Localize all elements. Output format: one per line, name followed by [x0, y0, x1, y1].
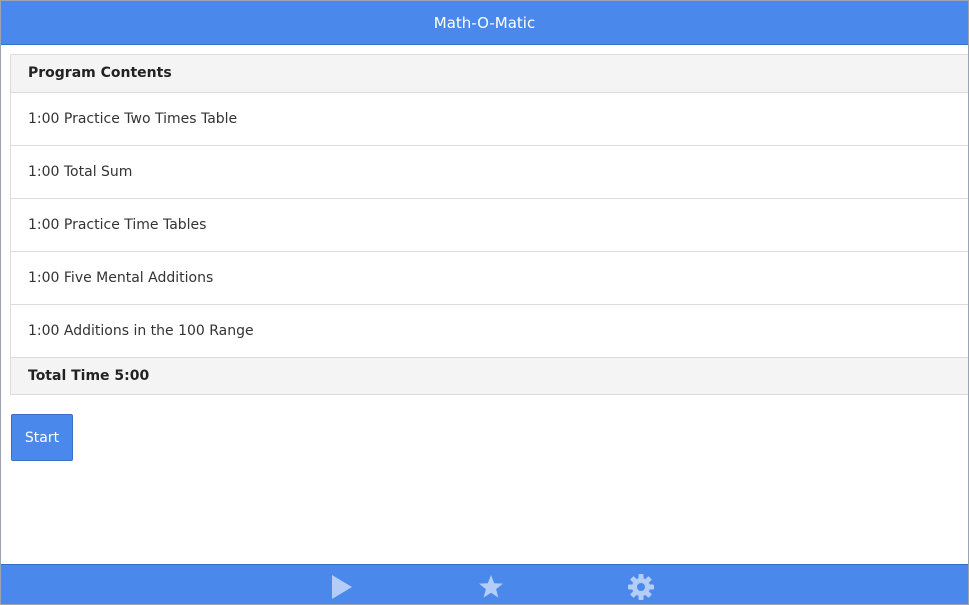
play-icon	[332, 575, 352, 599]
tab-settings[interactable]	[627, 573, 657, 603]
list-item[interactable]: 1:00 Additions in the 100 Range	[11, 305, 968, 358]
app-window: Math-O-Matic Program Contents 1:00 Pract…	[0, 0, 969, 605]
list-item[interactable]: 1:00 Five Mental Additions	[11, 252, 968, 305]
star-icon	[479, 575, 503, 598]
program-contents-header: Program Contents	[11, 55, 968, 93]
list-item[interactable]: 1:00 Practice Time Tables	[11, 199, 968, 252]
start-button[interactable]: Start	[11, 414, 73, 461]
list-item[interactable]: 1:00 Total Sum	[11, 146, 968, 199]
tab-bar	[1, 564, 968, 604]
total-time: Total Time 5:00	[11, 358, 968, 394]
app-header: Math-O-Matic	[1, 1, 968, 45]
program-contents-list: Program Contents 1:00 Practice Two Times…	[10, 54, 968, 395]
gear-icon	[628, 574, 654, 600]
app-title: Math-O-Matic	[433, 14, 536, 32]
tab-favorites[interactable]	[477, 573, 507, 603]
list-item[interactable]: 1:00 Practice Two Times Table	[11, 93, 968, 146]
tab-play[interactable]	[328, 573, 358, 603]
